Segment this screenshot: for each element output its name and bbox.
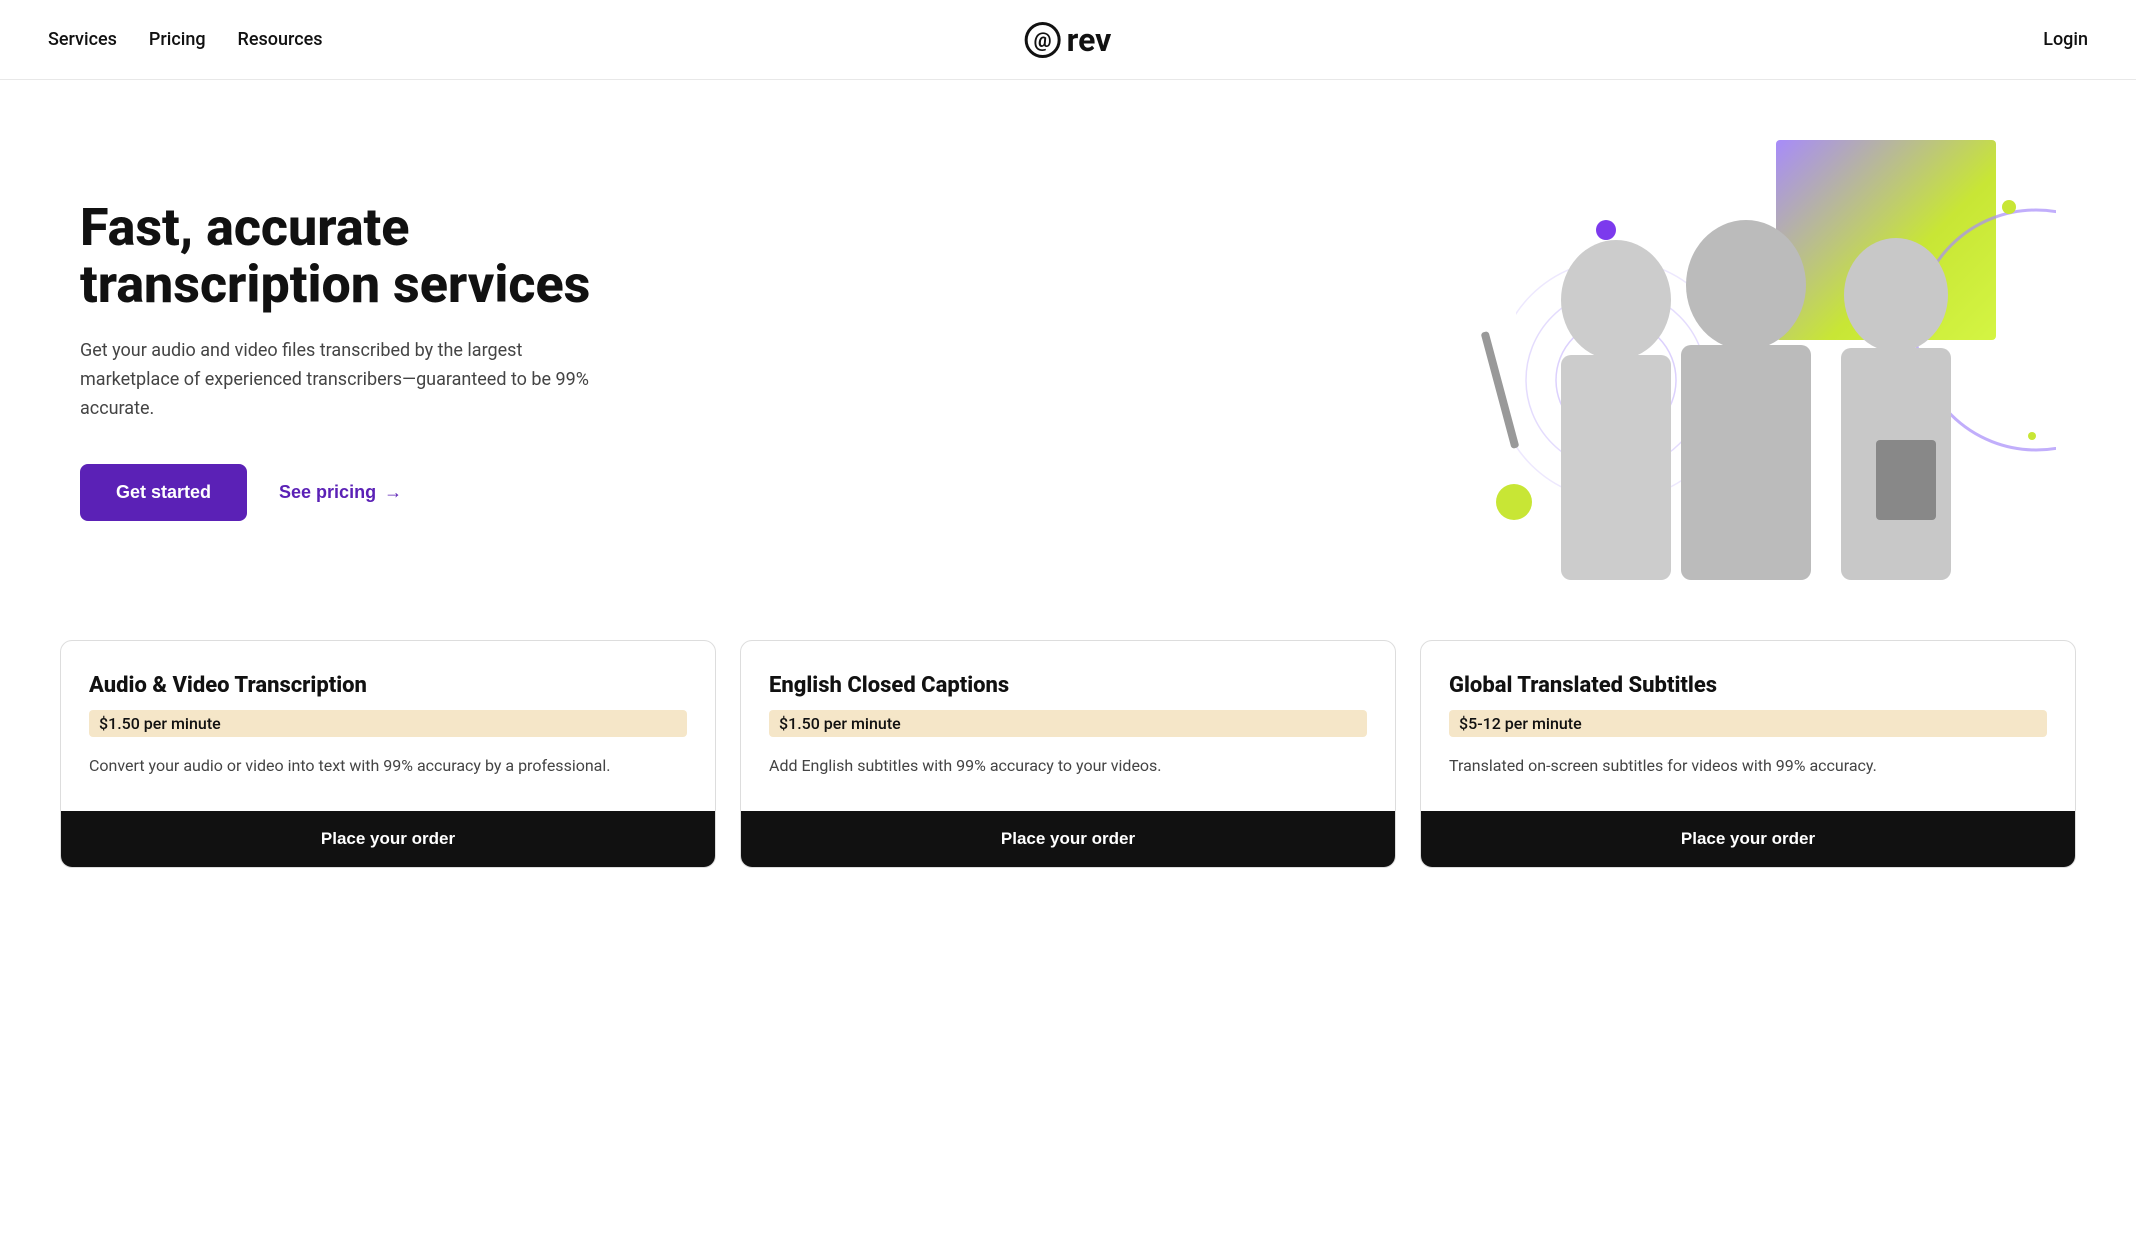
hero-section: Fast, accurate transcription services Ge… [0,80,2136,640]
get-started-button[interactable]: Get started [80,464,247,521]
nav-services[interactable]: Services [48,29,117,50]
service-title-captions: English Closed Captions [769,673,1367,698]
hero-illustration [1436,140,2056,580]
hero-subtitle: Get your audio and video files transcrib… [80,337,600,423]
service-title-audio-video: Audio & Video Transcription [89,673,687,698]
service-title-subtitles: Global Translated Subtitles [1449,673,2047,698]
see-pricing-label: See pricing [279,482,376,503]
order-button-subtitles[interactable]: Place your order [1421,811,2075,867]
login-button[interactable]: Login [2043,29,2088,50]
service-desc-audio-video: Convert your audio or video into text wi… [89,753,687,779]
nav-left: Services Pricing Resources [48,29,323,50]
nav-resources[interactable]: Resources [238,29,323,50]
arrow-icon: → [384,482,402,503]
dot-green-tiny [2028,432,2036,440]
service-card-captions: English Closed Captions $1.50 per minute… [740,640,1396,868]
hero-content: Fast, accurate transcription services Ge… [80,199,660,521]
service-card-audio-video: Audio & Video Transcription $1.50 per mi… [60,640,716,868]
order-button-captions[interactable]: Place your order [741,811,1395,867]
dot-green-large [1496,484,1532,520]
dot-purple [1596,220,1616,240]
hero-title: Fast, accurate transcription services [80,199,660,313]
service-card-subtitles: Global Translated Subtitles $5-12 per mi… [1420,640,2076,868]
nav-pricing[interactable]: Pricing [149,29,206,50]
see-pricing-button[interactable]: See pricing → [279,482,402,503]
service-desc-subtitles: Translated on-screen subtitles for video… [1449,753,2047,779]
dot-green-small [2002,200,2016,214]
services-section: Audio & Video Transcription $1.50 per mi… [0,640,2136,928]
service-price-captions: $1.50 per minute [769,710,1367,737]
order-button-audio-video[interactable]: Place your order [61,811,715,867]
logo-at-icon: @ [1025,22,1061,58]
hero-cta-group: Get started See pricing → [80,464,660,521]
people-illustration [1436,190,2056,580]
service-price-audio-video: $1.50 per minute [89,710,687,737]
navigation: Services Pricing Resources @ rev Login [0,0,2136,80]
logo-text: rev [1067,21,1112,59]
service-price-subtitles: $5-12 per minute [1449,710,2047,737]
service-desc-captions: Add English subtitles with 99% accuracy … [769,753,1367,779]
logo[interactable]: @ rev [1025,21,1112,59]
